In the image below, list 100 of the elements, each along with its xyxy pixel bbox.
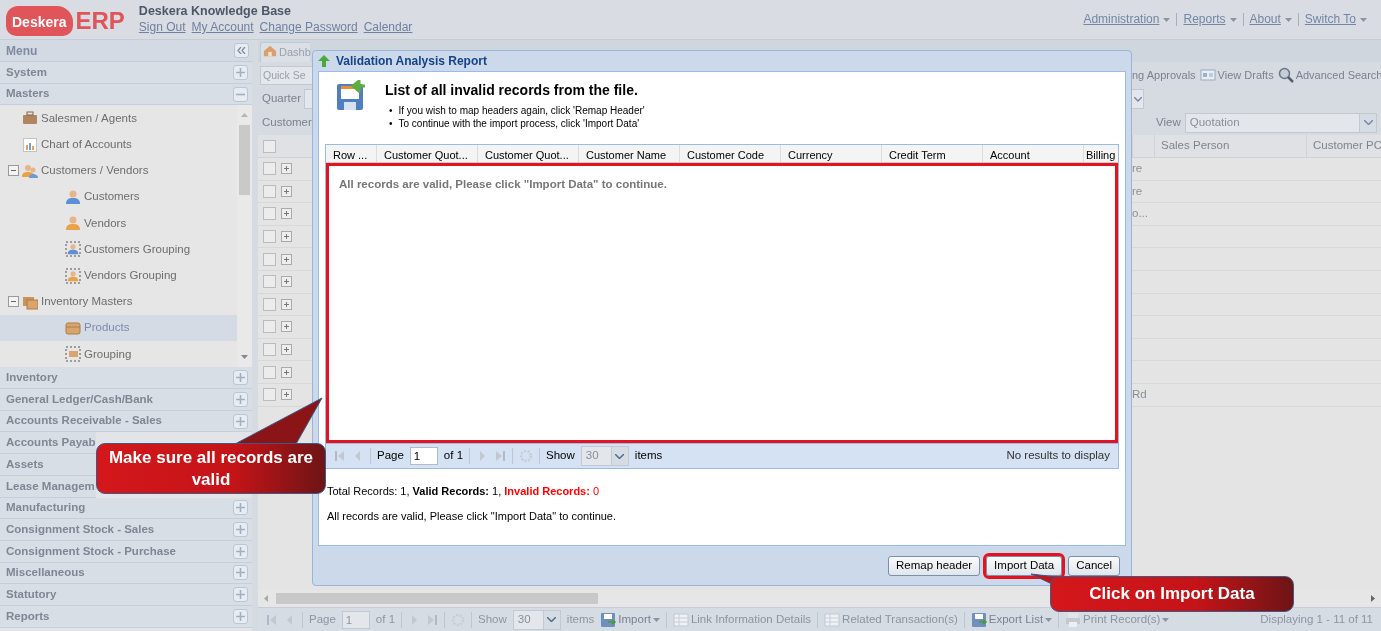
expand-row-icon[interactable]: [281, 163, 292, 175]
accordion-header[interactable]: Accounts Receivable - Sales: [0, 410, 252, 433]
collapse-button[interactable]: [234, 43, 249, 58]
dialog-button[interactable]: Cancel: [1068, 555, 1120, 576]
column-header[interactable]: Customer Name: [579, 145, 680, 162]
tree-item[interactable]: Customers: [0, 183, 237, 211]
checkbox[interactable]: [263, 388, 276, 402]
expand-row-icon[interactable]: [281, 185, 292, 197]
toolbar-button[interactable]: View Drafts: [1199, 66, 1274, 84]
accordion-header[interactable]: System: [0, 62, 252, 84]
checkbox[interactable]: [263, 343, 276, 357]
checkbox[interactable]: [263, 320, 276, 334]
expand-row-icon[interactable]: [281, 389, 292, 401]
accordion-header[interactable]: Statutory: [0, 584, 252, 606]
expand-button[interactable]: [233, 522, 248, 538]
toolbar-button[interactable]: Advanced Search: [1277, 66, 1381, 84]
column-header[interactable]: Customer Quot...: [478, 145, 579, 162]
column-header[interactable]: Customer Quot...: [377, 145, 478, 162]
dialog-button[interactable]: Remap header: [888, 555, 981, 576]
toolbar-button[interactable]: ng Approvals: [1132, 66, 1196, 84]
search-field[interactable]: Quick Se: [260, 65, 312, 85]
menu-link[interactable]: Switch To: [1297, 13, 1373, 26]
expand-button[interactable]: [233, 86, 248, 102]
tree-item[interactable]: Products: [0, 314, 237, 342]
header-link[interactable]: Sign Out: [138, 20, 186, 34]
collapse-tree-icon[interactable]: [8, 296, 19, 308]
header-link[interactable]: Change Password: [259, 20, 358, 34]
column-header[interactable]: Billing: [1084, 145, 1117, 162]
column-header[interactable]: Credit Term: [882, 145, 983, 162]
accordion-header[interactable]: Consignment Stock - Sales: [0, 519, 252, 541]
accordion-header[interactable]: Accounts Payab: [0, 432, 96, 455]
accordion-header[interactable]: Reports: [0, 605, 252, 628]
expand-row-icon[interactable]: [281, 276, 292, 288]
accordion-header[interactable]: Masters: [0, 83, 252, 106]
accordion-header[interactable]: Manufacturing: [0, 497, 252, 520]
accordion-header[interactable]: Consignment Stock - Purchase: [0, 540, 252, 563]
checkbox[interactable]: [263, 139, 276, 153]
checkbox[interactable]: [263, 275, 276, 289]
expand-button[interactable]: [233, 64, 248, 80]
last-page-icon[interactable]: [426, 613, 439, 626]
checkbox[interactable]: [263, 184, 276, 198]
expand-button[interactable]: [233, 608, 248, 624]
accordion-header[interactable]: Miscellaneous: [0, 562, 252, 585]
accordion-header[interactable]: Assets: [0, 454, 96, 476]
column-header[interactable]: Currency: [781, 145, 882, 162]
expand-row-icon[interactable]: [281, 344, 292, 356]
checkbox[interactable]: [263, 297, 276, 311]
checkbox[interactable]: [263, 252, 276, 266]
tree-item[interactable]: Vendors Grouping: [0, 262, 237, 289]
first-page-icon[interactable]: [266, 613, 278, 626]
column-header[interactable]: Sales Person: [1154, 135, 1306, 157]
column-header[interactable]: Customer Code: [680, 145, 781, 162]
expand-row-icon[interactable]: [281, 298, 292, 310]
accordion-header[interactable]: Inventory: [0, 367, 252, 390]
collapse-tree-icon[interactable]: [8, 165, 19, 177]
tree-item[interactable]: Vendors: [0, 210, 237, 237]
expand-button[interactable]: [233, 370, 248, 386]
expand-button[interactable]: [233, 587, 248, 603]
checkbox[interactable]: [263, 207, 276, 221]
accordion-header[interactable]: Lease Managem: [0, 475, 96, 498]
expand-button[interactable]: [233, 391, 248, 407]
checkbox[interactable]: [263, 230, 276, 244]
tree-item[interactable]: Chart of Accounts: [0, 131, 237, 158]
column-header[interactable]: Account: [983, 145, 1084, 162]
dropdown[interactable]: Quotation: [1184, 112, 1377, 133]
page-field[interactable]: 1: [409, 447, 438, 465]
page-size-dropdown[interactable]: 30: [512, 609, 561, 630]
checkbox[interactable]: [263, 365, 276, 379]
expand-row-icon[interactable]: [281, 208, 292, 220]
checkbox[interactable]: [263, 162, 276, 176]
expand-row-icon[interactable]: [281, 321, 292, 333]
page-size-dropdown[interactable]: 30: [580, 446, 629, 466]
tree-item[interactable]: Customers / Vendors: [0, 157, 237, 184]
tree-item[interactable]: Inventory Masters: [0, 288, 237, 315]
accordion-header[interactable]: General Ledger/Cash/Bank: [0, 389, 252, 411]
dialog-button[interactable]: Import Data: [986, 555, 1063, 576]
first-page-icon[interactable]: [334, 450, 346, 462]
last-page-icon[interactable]: [494, 450, 507, 462]
expand-button[interactable]: [233, 543, 248, 559]
expand-button[interactable]: [233, 413, 248, 429]
expand-row-icon[interactable]: [281, 231, 292, 243]
expand-button[interactable]: [233, 565, 248, 581]
header-link[interactable]: My Account: [191, 20, 254, 34]
refresh-icon[interactable]: [519, 449, 534, 463]
expand-row-icon[interactable]: [281, 253, 292, 265]
tree-item[interactable]: Customers Grouping: [0, 236, 237, 263]
column-header[interactable]: Row ...: [326, 145, 377, 162]
expand-button[interactable]: [233, 500, 248, 516]
expand-row-icon[interactable]: [281, 366, 292, 378]
menu-link[interactable]: Administration: [1077, 13, 1177, 26]
dropdown-button[interactable]: [1132, 89, 1144, 109]
page-field[interactable]: 1: [341, 610, 370, 629]
tab[interactable]: Dashb: [260, 42, 310, 62]
menu-link[interactable]: Reports: [1176, 13, 1243, 26]
toolbar-button[interactable]: Export List: [970, 610, 1053, 629]
toolbar-button[interactable]: Import: [600, 610, 660, 629]
tree-item[interactable]: Grouping: [0, 341, 237, 368]
menu-link[interactable]: About: [1242, 13, 1298, 26]
header-link[interactable]: Calendar: [363, 20, 413, 34]
tree-item[interactable]: Salesmen / Agents: [0, 105, 237, 132]
